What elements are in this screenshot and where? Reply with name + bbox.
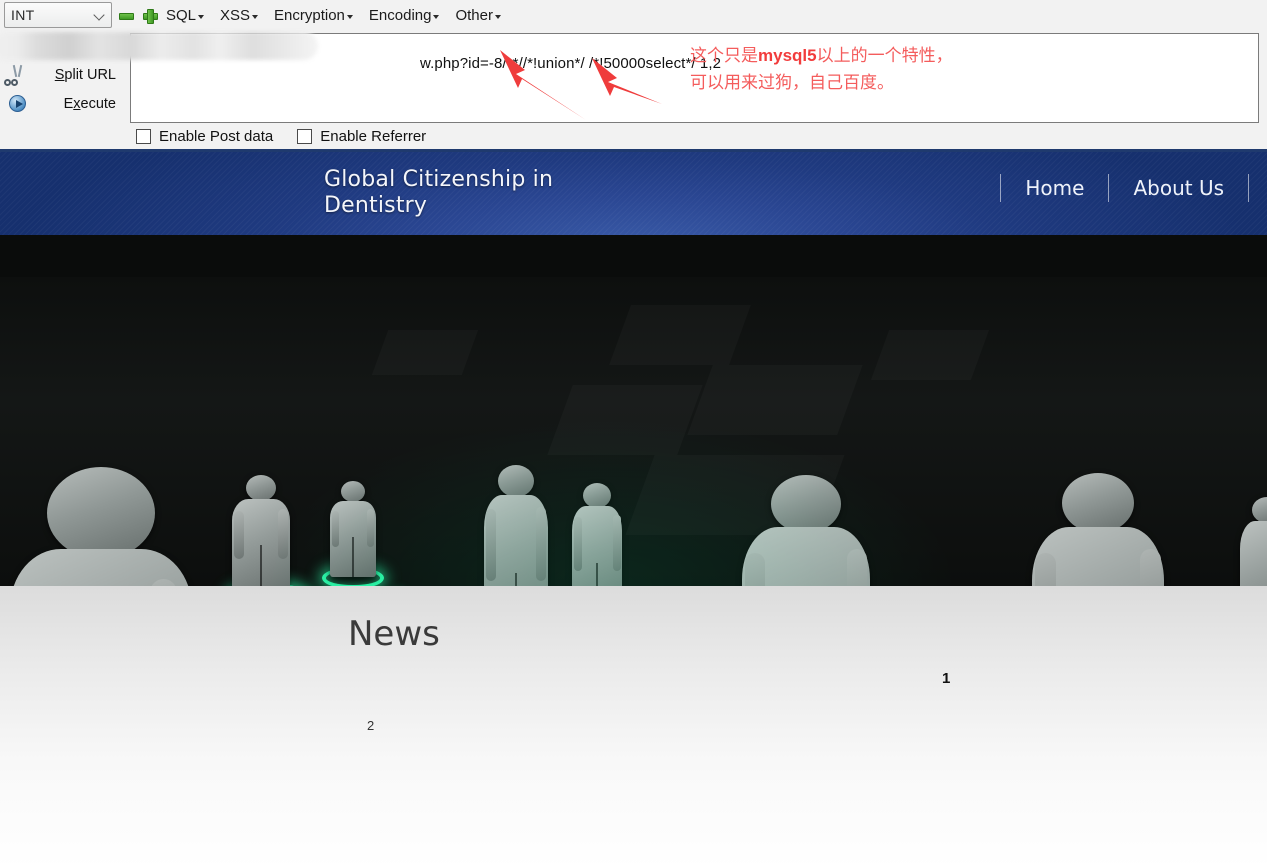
annotation-line2: 可以用来过狗，自己百度。 bbox=[690, 73, 894, 93]
menu-xss[interactable]: XSS bbox=[220, 6, 259, 24]
chinese-annotation-text: 这个只是mysql5以上的一个特性， 可以用来过狗，自己百度。 bbox=[690, 42, 953, 97]
banner-image bbox=[0, 235, 1267, 586]
menu-encoding-label: Encoding bbox=[368, 6, 432, 24]
main-navigation: Home About Us bbox=[1000, 174, 1249, 202]
injected-value-2: 2 bbox=[367, 718, 375, 733]
menu-sql-label: SQL bbox=[166, 6, 197, 24]
menu-encryption[interactable]: Encryption bbox=[274, 7, 353, 24]
annotation-line1-b: mysql5 bbox=[758, 46, 817, 65]
menu-xss-label: XSS bbox=[220, 6, 251, 24]
split-url-label: Split URL bbox=[54, 67, 116, 83]
split-url-button[interactable]: Split URL bbox=[0, 62, 122, 88]
play-icon bbox=[4, 93, 30, 115]
nav-divider bbox=[1248, 174, 1249, 202]
caret-down-icon bbox=[433, 15, 440, 19]
injected-value-1: 1 bbox=[942, 670, 951, 687]
menu-sql[interactable]: SQL bbox=[166, 6, 205, 24]
hackbar-menubar: SQL XSS Encryption Encoding Other bbox=[118, 0, 517, 30]
web-page: Global Citizenship in Dentistry Home Abo… bbox=[0, 152, 1267, 868]
news-heading: News bbox=[348, 614, 440, 654]
caret-down-icon bbox=[346, 15, 353, 19]
menu-other[interactable]: Other bbox=[455, 7, 501, 24]
enable-post-data-checkbox[interactable]: Enable Post data bbox=[136, 128, 273, 145]
redaction-blur-overlay bbox=[0, 32, 318, 60]
news-section: News 1 2 bbox=[0, 586, 1267, 868]
enable-referrer-checkbox[interactable]: Enable Referrer bbox=[297, 128, 426, 145]
menu-other-label: Other bbox=[455, 6, 493, 24]
payload-type-value: INT bbox=[11, 7, 35, 23]
execute-button[interactable]: Execute bbox=[0, 91, 122, 117]
menu-encryption-label: Encryption bbox=[274, 6, 345, 24]
remove-icon[interactable] bbox=[118, 8, 134, 23]
enable-post-data-label: Enable Post data bbox=[159, 128, 274, 145]
page-title: Global Citizenship in Dentistry bbox=[324, 167, 554, 218]
enable-referrer-label: Enable Referrer bbox=[320, 128, 427, 145]
site-header: Global Citizenship in Dentistry Home Abo… bbox=[0, 152, 1267, 235]
hackbar-toolbar: INT SQL XSS Encryption Encoding Other Lo… bbox=[0, 0, 1267, 152]
annotation-line1-a: 这个只是 bbox=[690, 46, 758, 66]
payload-type-select[interactable]: INT bbox=[4, 2, 112, 28]
nav-link-about-us[interactable]: About Us bbox=[1109, 174, 1248, 202]
nav-link-home[interactable]: Home bbox=[1001, 174, 1108, 202]
caret-down-icon bbox=[252, 15, 259, 19]
scissors-icon bbox=[4, 64, 30, 86]
checkbox-box[interactable] bbox=[136, 129, 151, 144]
chevron-down-icon bbox=[95, 10, 105, 20]
menu-encoding[interactable]: Encoding bbox=[369, 7, 440, 24]
checkbox-box[interactable] bbox=[297, 129, 313, 144]
hackbar-options: Enable Post data Enable Referrer bbox=[136, 128, 426, 145]
add-icon[interactable] bbox=[142, 8, 158, 24]
caret-down-icon bbox=[494, 15, 501, 19]
execute-label: Execute bbox=[63, 96, 116, 112]
banner-glow bbox=[0, 235, 1267, 586]
annotation-line1-c: 以上的一个特性， bbox=[816, 46, 953, 66]
caret-down-icon bbox=[198, 15, 205, 19]
